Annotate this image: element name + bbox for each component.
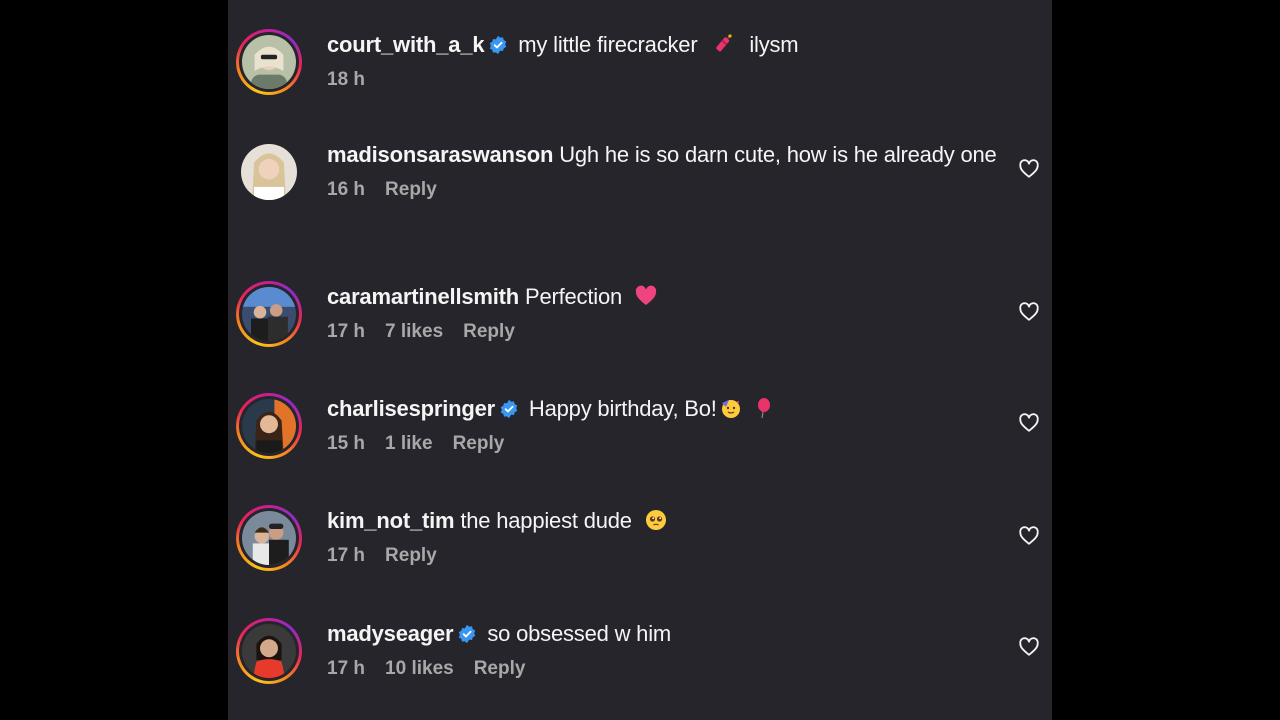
comment-time: 15 h: [327, 433, 366, 454]
verified-badge-icon: [459, 624, 476, 644]
reply-button[interactable]: Reply: [453, 433, 505, 455]
comment-text: Happy birthday, Bo!: [528, 396, 717, 421]
avatar[interactable]: [236, 29, 302, 95]
comment-username[interactable]: charlisespringer: [327, 396, 495, 421]
heart-outline-icon: [1019, 159, 1039, 178]
avatar[interactable]: [236, 505, 302, 571]
comment-time: 17 h: [327, 321, 366, 342]
like-button[interactable]: [1018, 636, 1040, 658]
like-button[interactable]: [1018, 158, 1040, 180]
reply-button[interactable]: Reply: [474, 658, 526, 680]
reply-button[interactable]: Reply: [463, 321, 515, 343]
like-button[interactable]: [1018, 412, 1040, 434]
avatar[interactable]: [236, 618, 302, 684]
comment-text: the happiest dude: [460, 508, 632, 533]
avatar[interactable]: [236, 393, 302, 459]
like-count[interactable]: 7 likes: [385, 321, 443, 343]
comments-panel: court_with_a_k my little firecracker ily…: [228, 0, 1052, 720]
comment-text: my little firecracker: [518, 32, 698, 57]
heart-outline-icon: [1019, 637, 1039, 656]
comment-text: so obsessed w him: [487, 621, 672, 646]
like-count[interactable]: 10 likes: [385, 658, 454, 680]
heart-outline-icon: [1019, 526, 1039, 545]
comment-time: 16 h: [327, 179, 366, 200]
comment-username[interactable]: kim_not_tim: [327, 508, 455, 533]
reply-button[interactable]: Reply: [385, 545, 437, 567]
comment-username[interactable]: madyseager: [327, 621, 454, 646]
verified-badge-icon: [500, 399, 518, 419]
pleading-face-icon: [645, 510, 666, 530]
like-button[interactable]: [1018, 525, 1040, 547]
comment-text: Ugh he is so darn cute, how is he alread…: [559, 142, 997, 167]
comment-text-after: ilysm: [749, 32, 799, 57]
verified-badge-icon: [490, 35, 507, 55]
comment-text: Perfection: [524, 284, 623, 309]
comment-username[interactable]: caramartinellsmith: [327, 284, 519, 309]
comment-username[interactable]: court_with_a_k: [327, 32, 485, 57]
heart-outline-icon: [1019, 302, 1039, 321]
party-face-icon: [721, 400, 740, 418]
pink-heart-icon: [635, 285, 657, 305]
comment-time: 17 h: [327, 545, 366, 566]
balloon-icon: [757, 398, 770, 419]
like-button[interactable]: [1018, 301, 1040, 323]
heart-outline-icon: [1019, 413, 1039, 432]
firecracker-icon: [716, 34, 732, 52]
comment-time: 18 h: [327, 69, 366, 90]
reply-button[interactable]: Reply: [385, 179, 437, 201]
comment-username[interactable]: madisonsaraswanson: [327, 142, 553, 167]
comment-time: 17 h: [327, 658, 366, 679]
avatar[interactable]: [236, 139, 302, 205]
avatar[interactable]: [236, 281, 302, 347]
like-count[interactable]: 1 like: [385, 433, 433, 455]
